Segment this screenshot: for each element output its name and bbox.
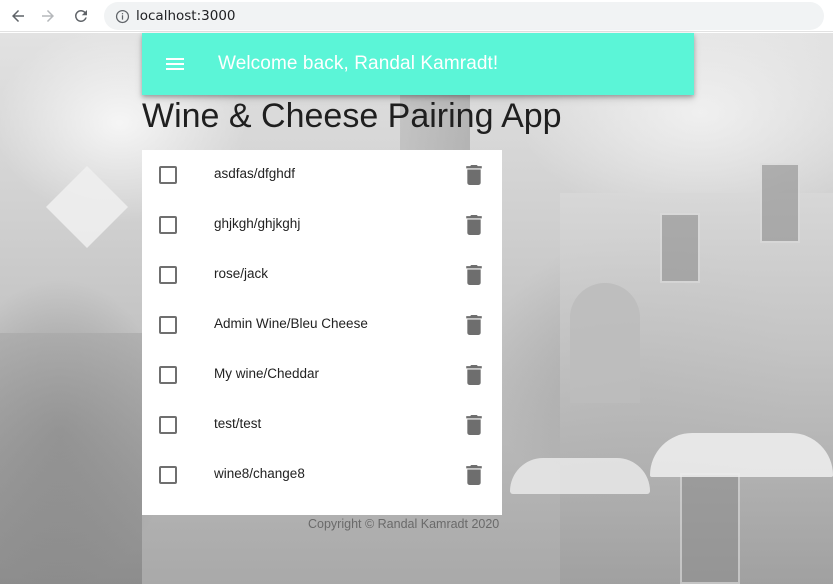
pairing-checkbox[interactable]	[159, 416, 177, 434]
list-item: rose/jack	[142, 250, 502, 300]
background-image	[760, 163, 800, 243]
list-item: My wine/Cheddar	[142, 350, 502, 400]
delete-button[interactable]	[462, 163, 486, 187]
pairing-label: Admin Wine/Bleu Cheese	[214, 316, 368, 331]
pairing-label: My wine/Cheddar	[214, 366, 320, 381]
list-item: wine8/change8	[142, 450, 502, 500]
reload-icon	[74, 9, 87, 22]
list-item: test/test	[142, 400, 502, 450]
background-image	[0, 333, 142, 584]
hamburger-menu-icon[interactable]	[166, 52, 190, 76]
pairing-checkbox[interactable]	[159, 466, 177, 484]
url-text[interactable]: localhost:3000	[136, 8, 236, 24]
trash-icon	[466, 315, 482, 335]
pairing-list: asdfas/dfghdf ghjkgh/ghjkghj rose/jack A…	[142, 150, 502, 515]
background-image	[570, 283, 640, 403]
trash-icon	[466, 415, 482, 435]
pairing-checkbox[interactable]	[159, 316, 177, 334]
pairing-label: test/test	[214, 416, 262, 431]
browser-toolbar: localhost:3000	[0, 0, 833, 32]
background-image	[650, 433, 833, 477]
trash-icon	[466, 365, 482, 385]
trash-icon	[466, 465, 482, 485]
reload-button[interactable]	[69, 4, 93, 28]
trash-icon	[466, 165, 482, 185]
pairing-checkbox[interactable]	[159, 216, 177, 234]
delete-button[interactable]	[462, 313, 486, 337]
list-item: asdfas/dfghdf	[142, 150, 502, 200]
background-image	[680, 473, 740, 584]
info-icon[interactable]	[114, 8, 130, 24]
address-bar[interactable]: localhost:3000	[104, 2, 824, 30]
trash-icon	[466, 265, 482, 285]
list-item: Admin Wine/Bleu Cheese	[142, 300, 502, 350]
background-image	[660, 213, 700, 283]
pairing-label: asdfas/dfghdf	[214, 166, 296, 181]
arrow-left-icon	[12, 10, 24, 22]
app-bar: Welcome back, Randal Kamradt!	[142, 33, 694, 95]
delete-button[interactable]	[462, 413, 486, 437]
list-item: ghjkgh/ghjkghj	[142, 200, 502, 250]
background-image	[45, 165, 129, 249]
background-image	[510, 458, 650, 494]
delete-button[interactable]	[462, 463, 486, 487]
pairing-label: ghjkgh/ghjkghj	[214, 216, 301, 231]
pairing-label: rose/jack	[214, 266, 269, 281]
forward-button[interactable]	[36, 4, 60, 28]
pairing-checkbox[interactable]	[159, 166, 177, 184]
pairing-checkbox[interactable]	[159, 366, 177, 384]
pairing-checkbox[interactable]	[159, 266, 177, 284]
arrow-right-icon	[42, 10, 54, 22]
delete-button[interactable]	[462, 213, 486, 237]
copyright-footer: Copyright © Randal Kamradt 2020	[308, 517, 500, 531]
delete-button[interactable]	[462, 363, 486, 387]
back-button[interactable]	[6, 4, 30, 28]
app-bar-title: Welcome back, Randal Kamradt!	[218, 53, 499, 74]
page-title: Wine & Cheese Pairing App	[142, 97, 562, 135]
trash-icon	[466, 215, 482, 235]
pairing-label: wine8/change8	[214, 466, 305, 481]
delete-button[interactable]	[462, 263, 486, 287]
